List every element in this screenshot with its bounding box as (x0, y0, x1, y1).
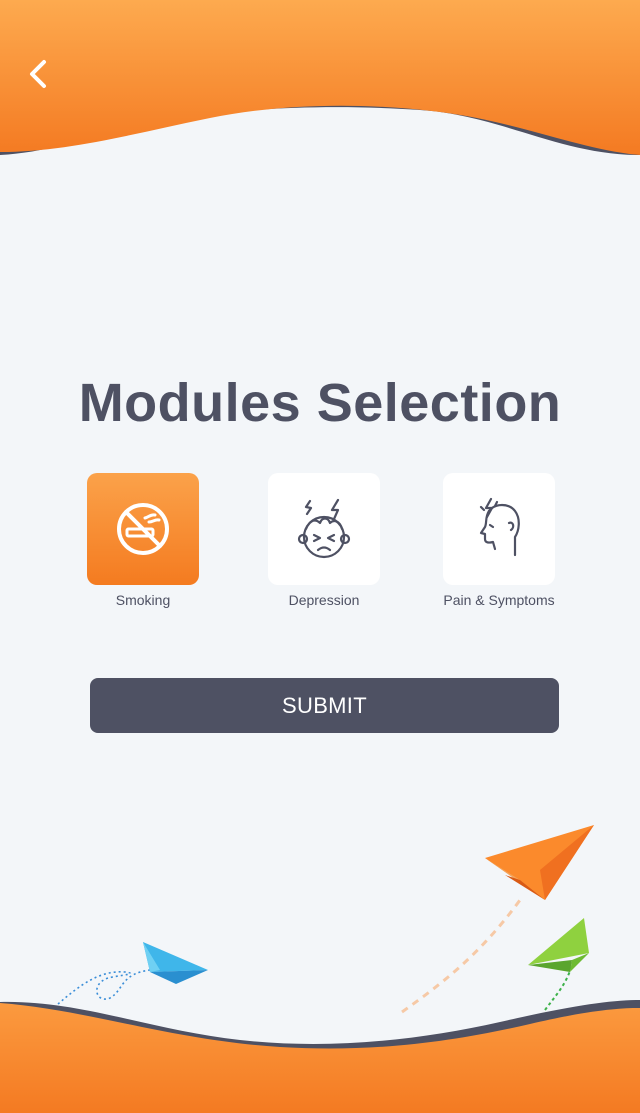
back-button[interactable] (18, 52, 62, 96)
module-label: Smoking (115, 592, 171, 608)
orange-plane-trail (401, 899, 522, 1014)
module-smoking[interactable]: Smoking (87, 473, 199, 608)
module-tile[interactable] (443, 473, 555, 585)
orange-paper-plane-icon (485, 825, 594, 900)
module-tile[interactable] (268, 473, 380, 585)
module-tile[interactable] (87, 473, 199, 585)
module-pain-symptoms[interactable]: Pain & Symptoms (443, 473, 555, 608)
green-paper-plane-icon (528, 918, 589, 972)
module-depression[interactable]: Depression (268, 473, 380, 608)
green-plane-trail (544, 964, 573, 1011)
page-title: Modules Selection (78, 373, 562, 433)
module-label: Depression (288, 592, 360, 608)
submit-button[interactable]: SUBMIT (90, 678, 559, 733)
module-label: Pain & Symptoms (443, 592, 555, 608)
no-smoking-icon (117, 503, 169, 555)
stressed-face-icon (297, 498, 351, 559)
chevron-left-icon (30, 60, 46, 88)
blue-paper-plane-icon (143, 942, 208, 984)
blue-plane-trail (57, 969, 151, 1005)
head-pain-icon (479, 497, 520, 557)
